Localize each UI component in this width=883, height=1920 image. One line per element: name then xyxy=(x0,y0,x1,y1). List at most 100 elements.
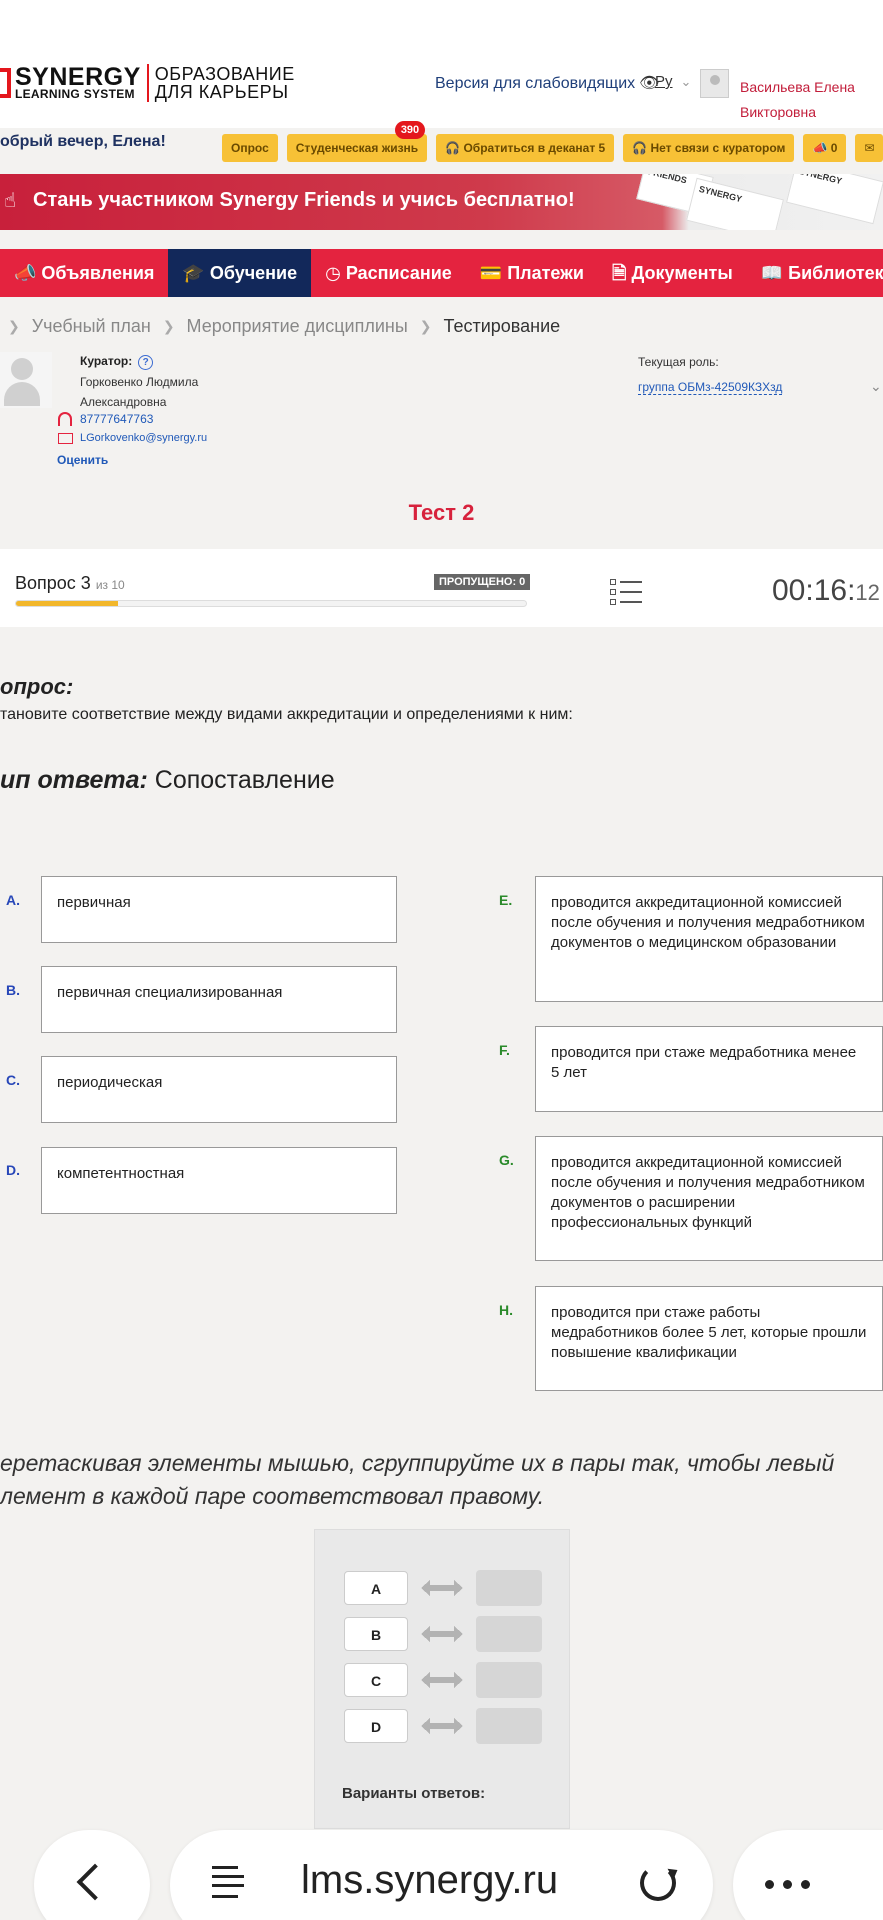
nav-schedule[interactable]: ◷ Расписание xyxy=(311,249,466,297)
back-button[interactable] xyxy=(34,1830,150,1920)
pair-drop-slot[interactable] xyxy=(476,1662,542,1698)
no-curator-label: Нет связи с куратором xyxy=(650,141,786,155)
nav-library[interactable]: 📖 Библиотека xyxy=(747,249,883,297)
payment-icon: 💳 xyxy=(479,263,508,283)
mail-button[interactable]: ✉ xyxy=(855,134,883,162)
tabs-icon[interactable] xyxy=(212,1866,244,1900)
student-life-label: Студенческая жизнь xyxy=(295,141,419,155)
curator-name: Горковенко Людмила Александровна xyxy=(80,372,198,412)
curator-label: Куратор:? xyxy=(80,354,154,370)
synergy-logo[interactable]: SYNERGY LEARNING SYSTEM ОБРАЗОВАНИЕ ДЛЯ … xyxy=(0,64,295,102)
drag-instruction-line2: лемент в каждой паре соответствовал прав… xyxy=(0,1483,545,1509)
nav-documents[interactable]: 🗎 Документы xyxy=(598,249,747,297)
answer-type-label: ип ответа: xyxy=(0,766,148,794)
breadcrumb-testing: Тестирование xyxy=(443,316,561,336)
survey-button[interactable]: Опрос xyxy=(222,134,278,162)
rate-curator-link[interactable]: Оценить xyxy=(57,453,108,467)
more-dot xyxy=(783,1880,792,1889)
more-menu-button[interactable] xyxy=(733,1830,883,1920)
more-dot xyxy=(801,1880,810,1889)
logo-separator xyxy=(146,64,149,102)
nav-learning[interactable]: 🎓 Обучение xyxy=(168,249,312,297)
right-item-box: проводится аккредитационной комиссией по… xyxy=(535,876,883,1002)
nav-schedule-label: Расписание xyxy=(345,263,452,283)
match-pair-row: C xyxy=(344,1662,544,1698)
current-role-select[interactable]: группа ОБМз-42509КЗХзд xyxy=(638,380,783,395)
document-icon: 🗎 xyxy=(612,263,632,283)
site-header: SYNERGY LEARNING SYSTEM ОБРАЗОВАНИЕ ДЛЯ … xyxy=(0,0,883,128)
pair-drop-slot[interactable] xyxy=(476,1570,542,1606)
left-item-letter: A. xyxy=(6,892,20,908)
left-item-box: первичная xyxy=(41,876,397,943)
megaphone-icon: 📣 xyxy=(14,263,42,283)
question-text: тановите соответствие между видами аккре… xyxy=(0,706,573,723)
breadcrumb-discipline-event[interactable]: Мероприятие дисциплины xyxy=(187,316,408,337)
promo-banner[interactable]: ☝ Стань участником Synergy Friends и учи… xyxy=(0,174,883,230)
reload-icon[interactable] xyxy=(640,1865,676,1901)
user-menu[interactable]: Васильева Елена Викторовна xyxy=(700,67,883,123)
logo-learning-text: LEARNING SYSTEM xyxy=(15,87,135,101)
double-arrow-icon xyxy=(421,1718,463,1734)
language-value: Ру xyxy=(655,73,673,90)
language-select[interactable]: Ру ⌄ xyxy=(655,73,691,90)
help-icon[interactable]: ? xyxy=(138,355,154,370)
url-host: lms.synergy.ru xyxy=(301,1858,559,1902)
double-arrow-icon xyxy=(421,1626,463,1642)
accessibility-link-label: Версия для слабовидящих xyxy=(435,75,636,92)
left-item-box: компетентностная xyxy=(41,1147,397,1214)
curator-avatar xyxy=(0,352,52,408)
contact-dean-button[interactable]: 🎧 Обратиться в деканат 5 xyxy=(436,134,615,162)
breadcrumb-study-plan[interactable]: Учебный план xyxy=(32,316,151,337)
user-name-line1: Васильева Елена xyxy=(740,79,855,95)
announcements-count-button[interactable]: 📣 0 xyxy=(803,134,847,162)
nav-learning-label: Обучение xyxy=(209,263,298,283)
drag-instruction-line1: еретаскивая элементы мышью, сгруппируйте… xyxy=(0,1450,835,1476)
logo-edu-line1: ОБРАЗОВАНИЕ xyxy=(154,64,295,84)
student-life-button[interactable]: Студенческая жизнь 390 xyxy=(286,121,428,162)
address-bar[interactable]: lms.synergy.ru xyxy=(170,1830,713,1920)
breadcrumb-chevron-icon: ❯ xyxy=(419,318,432,334)
answer-type: ип ответа: Сопоставление xyxy=(0,766,335,795)
no-curator-button[interactable]: 🎧 Нет связи с куратором xyxy=(623,134,795,162)
nav-documents-label: Документы xyxy=(631,263,733,283)
survey-label: Опрос xyxy=(231,141,269,155)
contact-dean-label: Обратиться в деканат 5 xyxy=(463,141,606,155)
left-item-letter: D. xyxy=(6,1162,20,1178)
timer-main: 00:16: xyxy=(772,574,856,607)
pair-left-label: A xyxy=(344,1571,408,1605)
pair-drop-slot[interactable] xyxy=(476,1708,542,1744)
book-icon: 📖 xyxy=(760,263,789,283)
match-pair-row: A xyxy=(344,1570,544,1606)
curator-name-line1: Горковенко Людмила xyxy=(80,375,199,389)
timer: 00:16:12 xyxy=(772,574,880,608)
left-item-box: периодическая xyxy=(41,1056,397,1123)
pointer-hand-icon: ☝ xyxy=(4,190,17,212)
curator-email[interactable]: LGorkovenko@synergy.ru xyxy=(80,432,207,444)
nav-payments[interactable]: 💳 Платежи xyxy=(466,249,598,297)
nav-announcements[interactable]: 📣 Объявления xyxy=(0,249,168,297)
question-counter: Вопрос 3 из 10 xyxy=(15,573,125,594)
left-item-box: первичная специализированная xyxy=(41,966,397,1033)
mail-icon: ✉ xyxy=(864,141,875,155)
right-item-letter: H. xyxy=(499,1302,513,1318)
logo-synergy-text: SYNERGY xyxy=(15,63,141,91)
accessibility-link[interactable]: Версия для слабовидящих 👁 xyxy=(435,73,659,93)
curator-name-line2: Александровна xyxy=(80,395,167,409)
headset-icon xyxy=(58,412,72,426)
drag-drop-panel: A B C D Варианты ответов: xyxy=(314,1529,570,1829)
main-nav: 📣 Объявления 🎓 Обучение ◷ Расписание 💳 П… xyxy=(0,249,883,297)
megaphone-icon: 📣 xyxy=(812,141,831,155)
question-list-icon[interactable] xyxy=(610,579,642,605)
logo-edu-line2: ДЛЯ КАРЬЕРЫ xyxy=(154,82,289,102)
quick-actions: Опрос Студенческая жизнь 390 🎧 Обратиться… xyxy=(222,121,883,162)
user-name-line2: Викторовна xyxy=(740,104,817,120)
right-item-box: проводится при стаже медработника менее … xyxy=(535,1026,883,1112)
pair-left-label: B xyxy=(344,1617,408,1651)
pair-drop-slot[interactable] xyxy=(476,1616,542,1652)
chevron-down-icon[interactable]: ⌄ xyxy=(870,378,882,395)
logo-mark xyxy=(0,68,11,98)
progress-bar xyxy=(15,600,527,607)
announcements-count: 0 xyxy=(830,141,838,155)
curator-phone[interactable]: 87777647763 xyxy=(80,412,153,426)
match-pair-row: B xyxy=(344,1616,544,1652)
